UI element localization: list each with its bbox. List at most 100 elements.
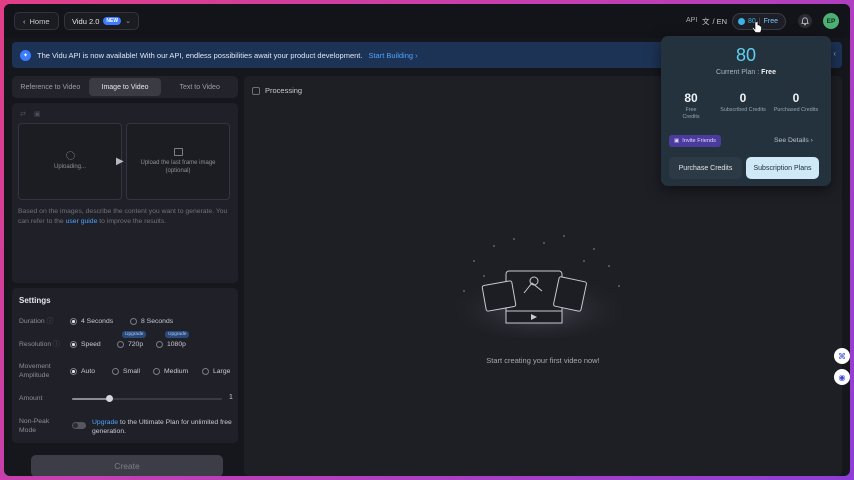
start-building-link[interactable]: Start Building ›: [368, 51, 417, 60]
user-avatar[interactable]: EP: [823, 13, 839, 29]
current-plan-line: Current Plan : Free: [716, 69, 776, 76]
radio-icon: [153, 368, 160, 375]
non-peak-toggle[interactable]: [72, 422, 86, 429]
last-frame-text: Upload the last frame image (optional): [140, 159, 216, 174]
play-arrow-icon: ▶: [116, 156, 124, 167]
stat-value: 0: [792, 91, 800, 105]
amount-slider-fill: [72, 398, 110, 400]
notification-bell-icon[interactable]: [798, 14, 812, 28]
upload-toolbar: ⇄ ▣: [20, 110, 41, 118]
hand-cursor-icon: [751, 21, 762, 33]
stat-value: 80: [684, 91, 698, 105]
loading-spinner-icon: [65, 151, 75, 161]
stat-label: Purchased Credits: [773, 107, 819, 113]
duration-option-8s[interactable]: 8 Seconds: [130, 318, 173, 325]
radio-icon: [112, 368, 119, 375]
stat-free-credits: 80 Free Credits: [666, 91, 716, 121]
chevron-left-icon: ‹: [23, 16, 26, 26]
empty-state-illustration: [447, 235, 631, 339]
mode-tabs: Reference to Video Image to Video Text t…: [12, 76, 238, 98]
checkbox-icon: [252, 86, 260, 95]
model-label: Vidu 2.0: [72, 16, 100, 26]
duration-option-4s[interactable]: 4 Seconds: [70, 318, 113, 325]
last-frame-slot[interactable]: Upload the last frame image (optional): [126, 123, 230, 200]
support-chat-icon[interactable]: ◉: [834, 369, 850, 385]
prompt-placeholder-suffix: to improve the results.: [97, 217, 167, 225]
tab-reference-to-video[interactable]: Reference to Video: [14, 78, 87, 96]
feature-grid-icon[interactable]: ⌘: [834, 348, 850, 364]
amount-value: 1: [229, 394, 233, 401]
settings-title: Settings: [19, 296, 51, 305]
uploading-status: Uploading...: [53, 164, 87, 171]
tab-text-to-video[interactable]: Text to Video: [163, 78, 236, 96]
new-badge: NEW: [103, 17, 122, 25]
stat-label: Free Credits: [682, 107, 700, 120]
credits-popover: 80 Current Plan : Free 80 Free Credits 0…: [661, 36, 831, 186]
translate-icon: 文: [702, 17, 710, 26]
amount-label: Amount: [19, 395, 43, 402]
radio-selected-icon: [70, 341, 77, 348]
amount-slider[interactable]: [72, 395, 222, 402]
radio-selected-icon: [70, 368, 77, 375]
processing-label: Processing: [265, 86, 303, 95]
radio-icon: [202, 368, 209, 375]
processing-filter[interactable]: Processing: [252, 86, 302, 95]
empty-state-text: Start creating your first video now!: [486, 356, 600, 365]
upgrade-badge-1080p[interactable]: Upgrade: [165, 331, 190, 338]
gift-icon: ▣: [674, 138, 680, 144]
language-label: / EN: [712, 17, 728, 26]
purchase-credits-button[interactable]: Purchase Credits: [669, 157, 742, 179]
movement-option-large[interactable]: Large: [202, 368, 230, 375]
home-button[interactable]: ‹ Home: [14, 12, 59, 30]
model-selector[interactable]: Vidu 2.0 NEW ⌄: [64, 12, 139, 30]
left-panel: Reference to Video Image to Video Text t…: [12, 76, 238, 443]
movement-option-auto[interactable]: Auto: [70, 368, 95, 375]
stat-value: 0: [739, 91, 747, 105]
create-button[interactable]: Create: [31, 455, 223, 476]
amount-slider-handle[interactable]: [106, 395, 113, 402]
plan-label: Free: [763, 18, 779, 25]
home-label: Home: [29, 16, 50, 26]
image-upload-icon: [173, 147, 183, 156]
non-peak-description: Upgrade to the Ultimate Plan for unlimit…: [92, 419, 232, 436]
prompt-input[interactable]: Based on the images, describe the conten…: [18, 207, 230, 227]
tab-image-to-video[interactable]: Image to Video: [88, 78, 162, 96]
resolution-option-720p[interactable]: 720p: [117, 341, 143, 348]
non-peak-mode-label: Non-Peak Mode: [19, 418, 50, 434]
first-frame-slot[interactable]: Uploading...: [18, 123, 122, 200]
radio-selected-icon: [70, 318, 77, 325]
settings-panel: Settings Duration ⓘ 4 Seconds 8 Seconds …: [12, 288, 238, 443]
movement-amplitude-label: Movement Amplitude: [19, 363, 51, 379]
invite-friends-button[interactable]: ▣ Invite Friends: [669, 135, 721, 147]
close-icon[interactable]: ‹: [833, 49, 836, 58]
popover-credits-total: 80: [735, 45, 757, 65]
resolution-label: Resolution ⓘ: [19, 341, 60, 348]
duration-label: Duration ⓘ: [19, 318, 54, 325]
stat-subscribed-credits: 0 Subscribed Credits: [718, 91, 768, 114]
movement-option-small[interactable]: Small: [112, 368, 140, 375]
subscription-plans-button[interactable]: Subscription Plans: [746, 157, 819, 179]
resolution-option-speed[interactable]: Speed: [70, 341, 101, 348]
api-link[interactable]: API: [686, 17, 697, 24]
radio-icon: [130, 318, 137, 325]
language-switch[interactable]: 文 / EN: [702, 16, 727, 27]
see-details-link[interactable]: See Details ›: [774, 137, 813, 144]
radio-icon: [117, 341, 124, 348]
vidu-logo-icon: ✦: [20, 49, 31, 61]
user-guide-link[interactable]: user guide: [66, 218, 98, 225]
stat-label: Subscribed Credits: [720, 107, 766, 113]
stat-purchased-credits: 0 Purchased Credits: [771, 91, 821, 114]
invite-friends-label: Invite Friends: [682, 138, 716, 144]
swap-order-icon[interactable]: ⇄: [20, 110, 26, 118]
banner-text: The Vidu API is now available! With our …: [37, 50, 363, 60]
resolution-option-1080p[interactable]: 1080p: [156, 341, 186, 348]
top-bar: ‹ Home Vidu 2.0 NEW ⌄ API 文 / EN 80 | Fr…: [4, 4, 850, 38]
upload-card: ⇄ ▣ Uploading... ▶ Upload the last frame…: [12, 103, 238, 283]
upgrade-badge-720p[interactable]: Upgrade: [122, 331, 147, 338]
radio-icon: [156, 341, 163, 348]
chevron-down-icon: ⌄: [125, 18, 131, 25]
credit-coin-icon: [738, 18, 745, 25]
upgrade-link[interactable]: Upgrade: [92, 419, 118, 426]
image-library-icon[interactable]: ▣: [34, 110, 41, 118]
movement-option-medium[interactable]: Medium: [153, 368, 188, 375]
